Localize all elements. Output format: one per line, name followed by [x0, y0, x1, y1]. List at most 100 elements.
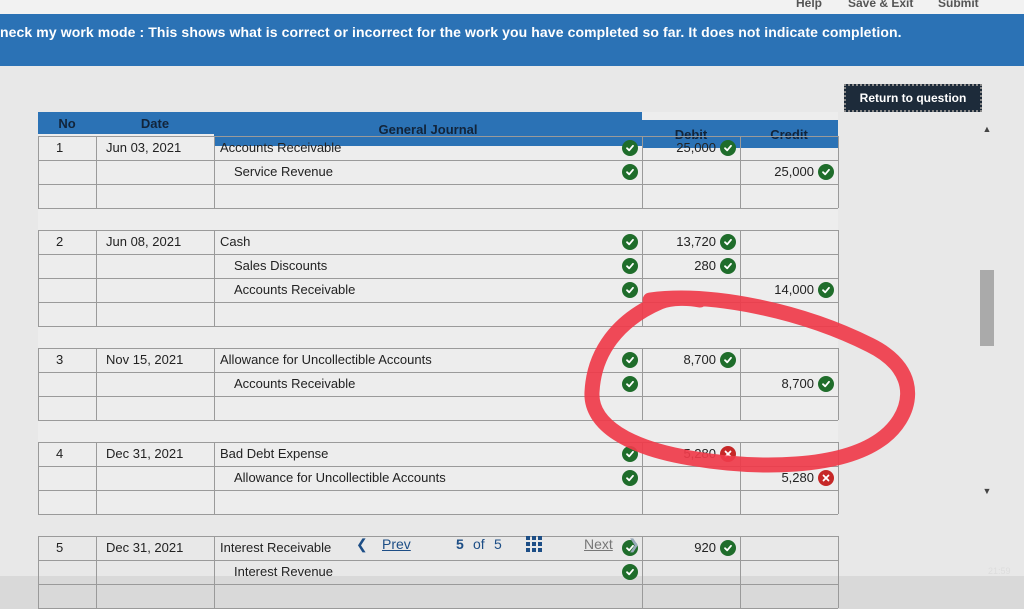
scrollbar-thumb[interactable] [980, 270, 994, 346]
submit-link[interactable]: Submit [938, 0, 979, 10]
entry-date: Dec 31, 2021 [106, 446, 184, 461]
account-check-icon [622, 164, 638, 180]
total-pages: 5 [494, 536, 502, 552]
account-check-icon [622, 140, 638, 156]
column-border [38, 136, 39, 208]
account-name[interactable]: Allowance for Uncollectible Accounts [234, 470, 446, 485]
column-border [214, 536, 215, 608]
row-border [38, 560, 838, 561]
debit-amount[interactable]: 5,280 [642, 446, 716, 461]
scroll-down-arrow[interactable]: ▼ [980, 486, 994, 498]
credit-check-icon [818, 164, 834, 180]
entry-date: Nov 15, 2021 [106, 352, 184, 367]
row-border [38, 584, 838, 585]
top-bar: Help Save & Exit Submit [0, 0, 1024, 14]
debit-check-icon [720, 540, 736, 556]
grid-view-icon[interactable] [526, 536, 542, 552]
account-check-icon [622, 234, 638, 250]
prev-button[interactable]: Prev [382, 536, 411, 552]
row-border [38, 514, 838, 515]
row-border [38, 396, 838, 397]
debit-amount[interactable]: 25,000 [642, 140, 716, 155]
account-name[interactable]: Accounts Receivable [234, 282, 355, 297]
next-chevron-icon[interactable]: ❯ [628, 536, 640, 553]
row-border [38, 420, 838, 421]
account-name[interactable]: Allowance for Uncollectible Accounts [220, 352, 432, 367]
column-border [38, 230, 39, 326]
account-check-icon [622, 258, 638, 274]
column-border [214, 348, 215, 420]
account-name[interactable]: Service Revenue [234, 164, 333, 179]
header-no: No [38, 112, 96, 134]
account-check-icon [622, 352, 638, 368]
account-name[interactable]: Sales Discounts [234, 258, 327, 273]
column-border [214, 136, 215, 208]
entry-number: 1 [56, 140, 64, 155]
account-check-icon [622, 282, 638, 298]
account-name[interactable]: Accounts Receivable [234, 376, 355, 391]
account-check-icon [622, 564, 638, 580]
clock: 21:59 [988, 566, 1011, 576]
row-border [38, 208, 838, 209]
credit-amount[interactable]: 25,000 [740, 164, 814, 179]
row-border [38, 278, 838, 279]
scroll-up-arrow[interactable]: ▲ [980, 124, 994, 136]
header-credit: Credit [740, 120, 838, 148]
debit-amount[interactable]: 280 [642, 258, 716, 273]
column-border [96, 348, 97, 420]
column-border [642, 536, 643, 608]
column-border [642, 442, 643, 514]
credit-amount[interactable]: 14,000 [740, 282, 814, 297]
row-border [38, 536, 838, 537]
header-date: Date [96, 112, 214, 134]
help-link[interactable]: Help [796, 0, 822, 10]
credit-x-icon [818, 470, 834, 486]
row-border [38, 326, 838, 327]
prev-chevron-icon[interactable]: ❮ [356, 536, 368, 553]
row-border [38, 160, 838, 161]
account-name[interactable]: Interest Receivable [220, 540, 331, 555]
column-border [838, 442, 839, 514]
row-border [38, 230, 838, 231]
save-exit-link[interactable]: Save & Exit [848, 0, 913, 10]
credit-amount[interactable]: 8,700 [740, 376, 814, 391]
row-border [38, 302, 838, 303]
row-border [38, 442, 838, 443]
row-border [38, 184, 838, 185]
page-of-label: of [473, 536, 485, 552]
column-border [38, 536, 39, 608]
debit-check-icon [720, 140, 736, 156]
next-button[interactable]: Next [584, 536, 613, 552]
debit-amount[interactable]: 8,700 [642, 352, 716, 367]
column-border [96, 536, 97, 608]
entry-number: 2 [56, 234, 64, 249]
column-border [838, 348, 839, 420]
column-border [642, 230, 643, 326]
entry-number: 3 [56, 352, 64, 367]
account-name[interactable]: Cash [220, 234, 250, 249]
row-border [38, 136, 838, 137]
entry-date: Jun 03, 2021 [106, 140, 182, 155]
column-border [96, 442, 97, 514]
column-border [642, 348, 643, 420]
account-check-icon [622, 470, 638, 486]
row-border [38, 466, 838, 467]
account-check-icon [622, 376, 638, 392]
credit-amount[interactable]: 5,280 [740, 470, 814, 485]
column-border [214, 442, 215, 514]
account-name[interactable]: Accounts Receivable [220, 140, 341, 155]
credit-check-icon [818, 376, 834, 392]
debit-amount[interactable]: 920 [642, 540, 716, 555]
entry-date: Jun 08, 2021 [106, 234, 182, 249]
return-to-question-button[interactable]: Return to question [844, 84, 982, 112]
entry-date: Dec 31, 2021 [106, 540, 184, 555]
debit-check-icon [720, 352, 736, 368]
column-border [740, 536, 741, 608]
column-border [96, 136, 97, 208]
debit-amount[interactable]: 13,720 [642, 234, 716, 249]
column-border [214, 230, 215, 326]
column-border [740, 230, 741, 326]
column-border [838, 230, 839, 326]
account-name[interactable]: Interest Revenue [234, 564, 333, 579]
account-name[interactable]: Bad Debt Expense [220, 446, 328, 461]
